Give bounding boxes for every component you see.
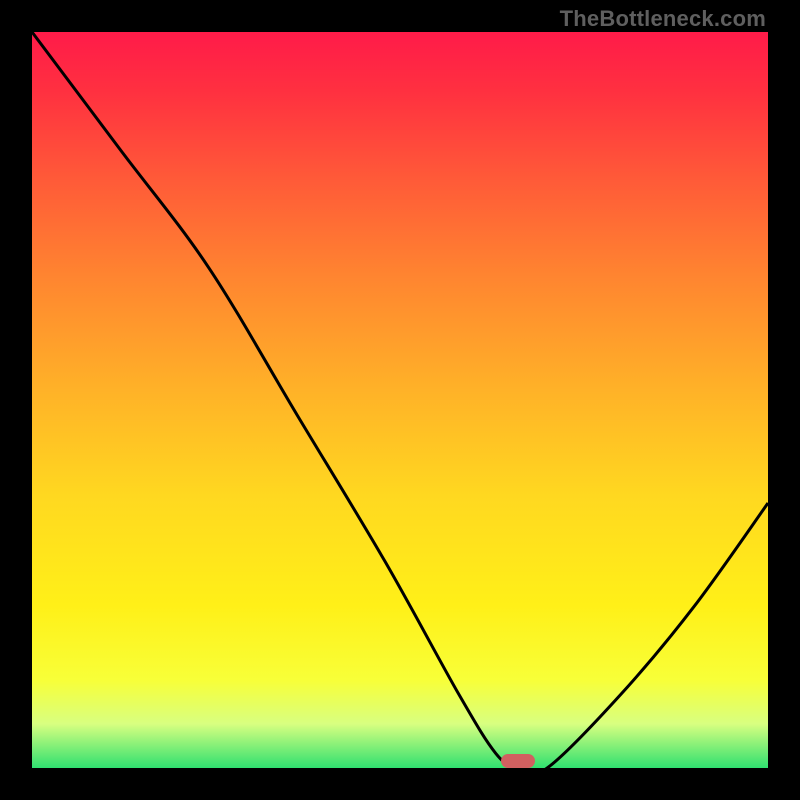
bottleneck-curve: [32, 32, 768, 768]
watermark-text: TheBottleneck.com: [560, 6, 766, 32]
plot-area: [32, 32, 768, 768]
optimal-marker: [501, 754, 535, 768]
chart-container: TheBottleneck.com: [0, 0, 800, 800]
